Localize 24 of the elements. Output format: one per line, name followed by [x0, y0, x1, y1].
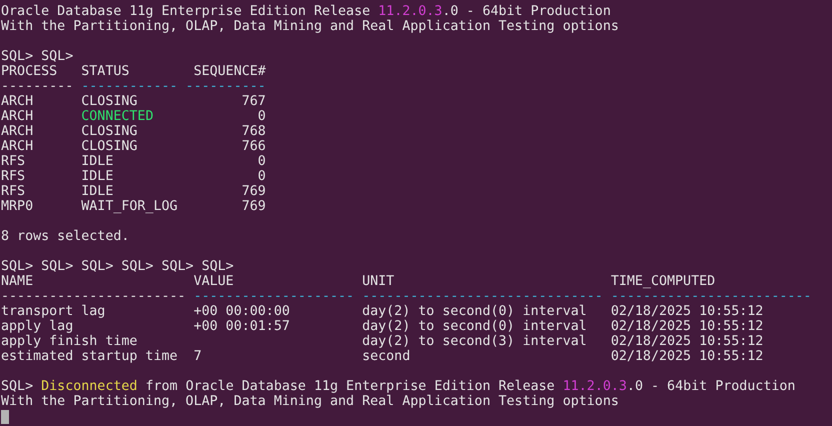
terminal-line: PROCESS STATUS SEQUENCE# [1, 64, 266, 79]
terminal-line: ARCH CLOSING 768 [1, 124, 266, 139]
terminal-line: SQL> SQL> [1, 49, 74, 64]
terminal-line: apply finish time day(2) to second(3) interval 02/18/2025 10:55:12 [1, 334, 764, 349]
terminal-line: --------- ------------ ---------- [1, 79, 266, 94]
terminal-line: Oracle Database 11g Enterprise Edition Release 11.2.0.3.0 - 64bit Production [1, 4, 611, 19]
terminal-line: With the Partitioning, OLAP, Data Mining and Real Application Testing options [1, 19, 619, 34]
text-cursor [1, 410, 9, 424]
terminal-line: NAME VALUE UNIT TIME_COMPUTED [1, 274, 716, 289]
terminal-line: 8 rows selected. [1, 229, 130, 244]
terminal-line: estimated startup time 7 second 02/18/2025 10:55:12 [1, 349, 764, 364]
terminal-line: ARCH CONNECTED 0 [1, 109, 266, 124]
terminal-line: SQL> Disconnected from Oracle Database 11g Enterprise Edition Release 11.2.0.3.0 - 64bit Production [1, 379, 796, 394]
terminal-line: RFS IDLE 769 [1, 184, 266, 199]
terminal-line: transport lag +00 00:00:00 day(2) to second(0) interval 02/18/2025 10:55:12 [1, 304, 764, 319]
terminal-line: With the Partitioning, OLAP, Data Mining and Real Application Testing options [1, 394, 619, 409]
terminal-line: RFS IDLE 0 [1, 154, 266, 169]
terminal-line: RFS IDLE 0 [1, 169, 266, 184]
terminal-line: ARCH CLOSING 767 [1, 94, 266, 109]
terminal-line: MRP0 WAIT_FOR_LOG 769 [1, 199, 266, 214]
terminal-line: ARCH CLOSING 766 [1, 139, 266, 154]
terminal-line: apply lag +00 00:01:57 day(2) to second(0) interval 02/18/2025 10:55:12 [1, 319, 764, 334]
terminal-line: ----------------------- -------------------- ------------------------------ ------------------------- [1, 289, 812, 304]
terminal-line: SQL> SQL> SQL> SQL> SQL> SQL> [1, 259, 234, 274]
